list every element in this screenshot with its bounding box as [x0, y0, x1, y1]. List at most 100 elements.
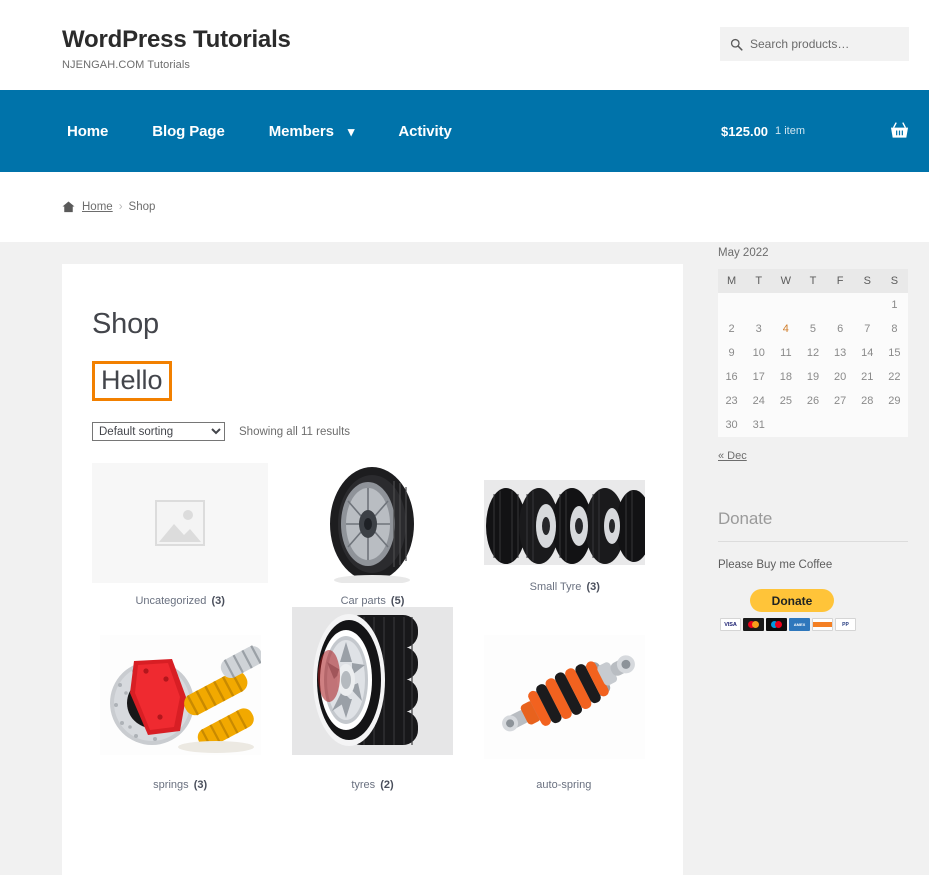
- calendar-day[interactable]: 30: [718, 413, 746, 437]
- result-count: Showing all 11 results: [239, 425, 351, 438]
- calendar-caption: May 2022: [718, 247, 769, 259]
- category-count: (3): [193, 779, 208, 792]
- product-category-label: auto-spring: [536, 779, 593, 791]
- calendar-day[interactable]: 25: [772, 389, 800, 413]
- product-category-card[interactable]: auto-spring: [477, 635, 653, 791]
- paypal-donate-button[interactable]: Donate: [750, 589, 834, 612]
- mastercard-icon: [743, 618, 764, 631]
- nav-item-members[interactable]: Members ▾: [247, 123, 377, 140]
- donate-widget-text: Please Buy me Coffee: [718, 559, 833, 571]
- calendar-day-empty: [826, 413, 854, 437]
- calendar-day[interactable]: 6: [826, 317, 854, 341]
- home-icon[interactable]: [62, 201, 75, 213]
- calendar-day[interactable]: 2: [718, 317, 746, 341]
- placeholder-image-icon: [155, 500, 206, 547]
- calendar-weekday: F: [826, 269, 854, 293]
- calendar-prev-month-link[interactable]: « Dec: [718, 450, 747, 462]
- calendar-day[interactable]: 14: [853, 341, 881, 365]
- cart-icon-wrap[interactable]: [890, 122, 909, 140]
- nav-item-label: Blog Page: [152, 122, 225, 140]
- calendar-day[interactable]: 1: [880, 293, 908, 317]
- shopping-basket-icon[interactable]: [890, 122, 909, 140]
- brake-disc-and-spring-photo: [99, 635, 261, 756]
- calendar-day[interactable]: 26: [799, 389, 827, 413]
- calendar-day[interactable]: 21: [853, 365, 881, 389]
- calendar-week-row: 30 31: [718, 413, 908, 437]
- breadcrumb-home-link[interactable]: Home: [82, 201, 113, 213]
- calendar-day[interactable]: 16: [718, 365, 746, 389]
- calendar-day[interactable]: 19: [799, 365, 827, 389]
- category-count: (3): [586, 581, 600, 594]
- calendar-day[interactable]: 22: [880, 365, 908, 389]
- calendar-day[interactable]: 20: [826, 365, 854, 389]
- calendar-week-row: 16 17 18 19 20 21 22: [718, 365, 908, 389]
- calendar-week-row: 1: [718, 293, 908, 317]
- product-thumbnail: [92, 463, 269, 584]
- calendar-day[interactable]: 29: [880, 389, 908, 413]
- calendar-day[interactable]: 5: [799, 317, 827, 341]
- calendar-day[interactable]: 27: [826, 389, 854, 413]
- site-title[interactable]: WordPress Tutorials: [62, 26, 291, 54]
- product-category-grid-row-1: Uncategorized (3) Car parts (5) Small Ty…: [92, 463, 653, 607]
- calendar-day[interactable]: 31: [745, 413, 773, 437]
- calendar-weekday: W: [772, 269, 800, 293]
- nav-item-activity[interactable]: Activity: [376, 123, 473, 140]
- calendar-day[interactable]: 17: [745, 365, 773, 389]
- calendar-weekday: S: [853, 269, 881, 293]
- product-category-card[interactable]: springs (3): [92, 635, 268, 791]
- calendar-day[interactable]: 8: [880, 317, 908, 341]
- calendar-day[interactable]: 9: [718, 341, 746, 365]
- site-header: WordPress Tutorials NJENGAH.COM Tutorial…: [0, 0, 929, 90]
- calendar-day[interactable]: 12: [799, 341, 827, 365]
- nav-item-blog-page[interactable]: Blog Page: [130, 123, 246, 140]
- calendar-day[interactable]: 15: [880, 341, 908, 365]
- category-name: Uncategorized: [135, 595, 207, 608]
- sidebar: May 2022 M T W T F S S 1 2 3 4 5 6 7 8 9…: [718, 247, 908, 631]
- calendar-day[interactable]: 23: [718, 389, 746, 413]
- calendar-week-row: 23 24 25 26 27 28 29: [718, 389, 908, 413]
- shop-toolbar: Default sorting Sort by popularity Sort …: [92, 422, 653, 442]
- calendar-day[interactable]: 13: [826, 341, 854, 365]
- calendar-day-today[interactable]: 4: [772, 317, 800, 341]
- visa-icon: VISA: [720, 618, 741, 631]
- calendar-day-empty: [853, 413, 881, 437]
- calendar-day[interactable]: 18: [772, 365, 800, 389]
- nav-item-label: Members: [268, 122, 334, 140]
- calendar-weekday-row: M T W T F S S: [718, 269, 908, 293]
- sort-products-select[interactable]: Default sorting Sort by popularity Sort …: [92, 422, 225, 442]
- product-category-grid-row-2: springs (3) tyres (2) auto-spring: [92, 607, 653, 792]
- shop-content: Shop Hello Default sorting Sort by popul…: [62, 264, 683, 875]
- nav-item-home[interactable]: Home: [62, 123, 130, 140]
- breadcrumb-separator: ›: [118, 201, 123, 213]
- calendar-navigation: « Dec: [718, 450, 908, 462]
- product-search-form[interactable]: [720, 27, 909, 61]
- search-input[interactable]: [750, 37, 899, 51]
- breadcrumb-current: Shop: [128, 201, 156, 213]
- tyres-with-alloy-wheel-photo: [291, 607, 453, 756]
- category-name: springs: [153, 779, 189, 792]
- page-wrap: Shop Hello Default sorting Sort by popul…: [0, 242, 929, 875]
- discover-icon: [812, 618, 833, 631]
- donate-widget: Donate Please Buy me Coffee Donate VISA …: [718, 509, 908, 631]
- category-count: (5): [390, 595, 405, 608]
- highlighted-hello-text: Hello: [92, 361, 172, 402]
- calendar-day-empty: [772, 413, 800, 437]
- calendar-day[interactable]: 10: [745, 341, 773, 365]
- calendar-day[interactable]: 7: [853, 317, 881, 341]
- product-category-card[interactable]: Car parts (5): [284, 463, 460, 607]
- page-title: Shop: [92, 308, 159, 340]
- chevron-down-icon[interactable]: ▾: [348, 125, 355, 138]
- calendar-day[interactable]: 24: [745, 389, 773, 413]
- calendar-day[interactable]: 3: [745, 317, 773, 341]
- category-count: (2): [380, 779, 394, 792]
- calendar-day-empty: [799, 413, 827, 437]
- cart-summary[interactable]: $125.00 1 item: [721, 90, 909, 172]
- calendar-day[interactable]: 28: [853, 389, 881, 413]
- product-thumbnail: [92, 635, 268, 756]
- calendar-day[interactable]: 11: [772, 341, 800, 365]
- calendar-day-empty: [826, 293, 854, 317]
- breadcrumb: Home › Shop: [62, 201, 155, 213]
- product-category-card[interactable]: Uncategorized (3): [92, 463, 269, 608]
- product-category-card[interactable]: tyres (2): [284, 607, 460, 792]
- product-category-card[interactable]: Small Tyre (3): [477, 463, 653, 607]
